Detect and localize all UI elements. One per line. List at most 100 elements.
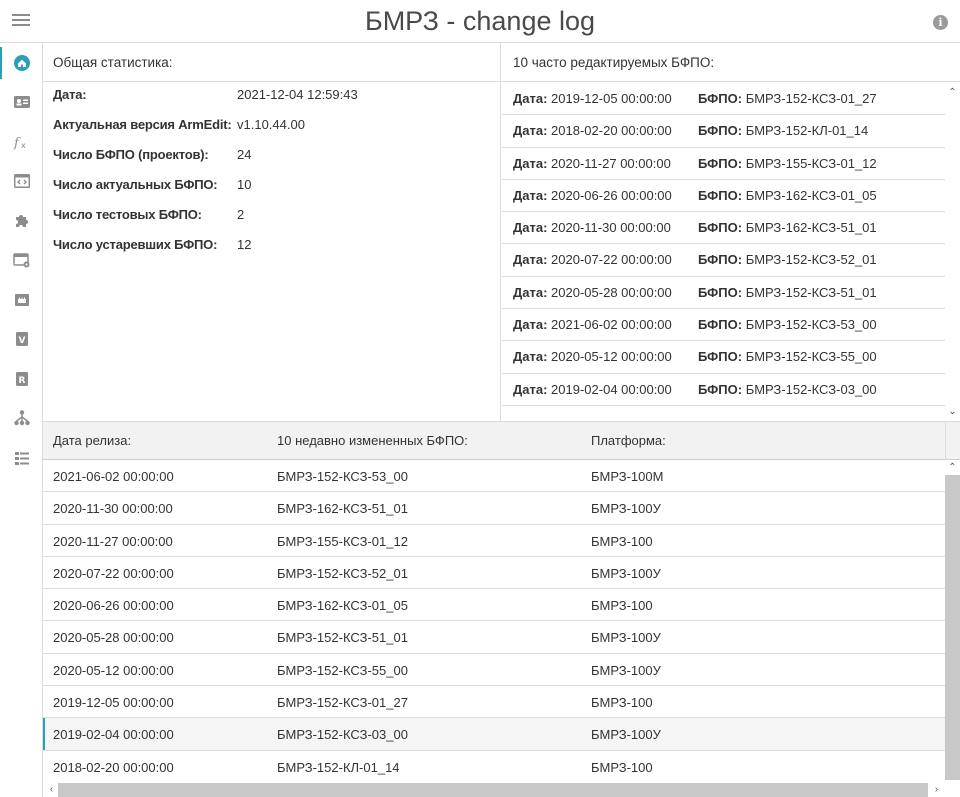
bfpo-cell: БМРЗ-162-КСЗ-51_01 bbox=[277, 501, 408, 517]
stat-row-actual-count: Число актуальных БФПО: 10 bbox=[43, 172, 500, 202]
sidebar-item-hierarchy[interactable] bbox=[0, 399, 43, 439]
stat-label: Актуальная версия ArmEdit: bbox=[53, 117, 232, 132]
vertical-scroll-thumb[interactable] bbox=[945, 475, 960, 780]
date-label: Дата: bbox=[513, 252, 548, 268]
bfpo-cell: БМРЗ-152-КСЗ-53_00 bbox=[277, 469, 408, 484]
frequent-bfpo-row[interactable]: Дата: 2020-05-12 00:00:00 БФПО: БМРЗ-152-… bbox=[502, 341, 945, 374]
frequent-bfpo-row[interactable]: Дата: 2019-12-05 00:00:00 БФПО: БМРЗ-152-… bbox=[502, 83, 945, 116]
frequent-bfpo-row[interactable]: Дата: 2021-06-02 00:00:00 БФПО: БМРЗ-152-… bbox=[502, 309, 945, 342]
table-row[interactable]: 2020-05-28 00:00:00 БМРЗ-152-КСЗ-51_01 БМР… bbox=[43, 621, 945, 654]
stat-value: 2021-12-04 12:59:43 bbox=[237, 87, 358, 102]
table-row[interactable]: 2020-07-22 00:00:00 БМРЗ-152-КСЗ-52_01 БМР… bbox=[43, 557, 945, 590]
date-label: Дата: bbox=[513, 91, 548, 106]
release-date-cell: 2020-05-12 00:00:00 bbox=[53, 662, 174, 678]
general-stats-title: Общая статистика: bbox=[43, 43, 500, 82]
platform-cell: БМРЗ-100У bbox=[591, 662, 661, 678]
frequent-date: Дата: 2020-05-28 00:00:00 bbox=[513, 285, 672, 300]
frequent-bfpo-row[interactable]: Дата: 2019-02-04 00:00:00 БФПО: БМРЗ-152-… bbox=[502, 374, 945, 406]
bfpo-label: БФПО: bbox=[698, 187, 743, 203]
bfpo-value: БМРЗ-152-КСЗ-01_27 bbox=[745, 91, 877, 106]
hierarchy-icon bbox=[13, 410, 30, 426]
scroll-left-arrow-icon[interactable]: ‹ bbox=[47, 785, 56, 795]
table-header: Дата релиза: 10 недавно измененных БФПО:… bbox=[43, 422, 945, 460]
sidebar-item-versions[interactable]: V bbox=[0, 320, 43, 360]
table-row[interactable]: 2020-05-12 00:00:00 БМРЗ-152-КСЗ-55_00 БМР… bbox=[43, 654, 945, 687]
stat-row-obsolete-count: Число устаревших БФПО: 12 bbox=[43, 232, 500, 262]
table-row[interactable]: 2020-06-26 00:00:00 БМРЗ-162-КСЗ-01_05 БМР… bbox=[43, 589, 945, 622]
frequent-date: Дата: 2020-05-12 00:00:00 bbox=[513, 349, 672, 364]
release-date-cell: 2021-06-02 00:00:00 bbox=[53, 469, 174, 484]
stat-value: 24 bbox=[237, 147, 252, 162]
bfpo-value: БМРЗ-155-КСЗ-01_12 bbox=[745, 155, 877, 171]
bfpo-cell: БМРЗ-155-КСЗ-01_12 bbox=[277, 533, 408, 549]
frequent-bfpo-row[interactable]: Дата: 2020-11-30 00:00:00 БФПО: БМРЗ-162-… bbox=[502, 212, 945, 245]
general-stats-panel: Общая статистика: Дата: 2021-12-04 12:59… bbox=[43, 43, 501, 421]
stat-value: v1.10.44.00 bbox=[237, 117, 305, 132]
bfpo-label: БФПО: bbox=[698, 220, 743, 236]
bfpo-value: БМРЗ-162-КСЗ-51_01 bbox=[745, 220, 877, 236]
column-header-bfpo[interactable]: 10 недавно измененных БФПО: bbox=[277, 433, 468, 448]
frequent-bfpo: БФПО: БМРЗ-152-КСЗ-53_00 bbox=[698, 317, 877, 332]
sidebar-item-code[interactable] bbox=[0, 162, 43, 202]
frequent-bfpo-row[interactable]: Дата: 2020-05-28 00:00:00 БФПО: БМРЗ-152-… bbox=[502, 277, 945, 310]
stat-label: Дата: bbox=[53, 87, 87, 102]
bfpo-value: БМРЗ-152-КСЗ-52_01 bbox=[745, 252, 877, 268]
date-value: 2020-11-30 00:00:00 bbox=[551, 220, 671, 236]
table-row[interactable]: 2019-12-05 00:00:00 БМРЗ-152-КСЗ-01_27 БМР… bbox=[43, 686, 945, 719]
date-value: 2020-07-22 00:00:00 bbox=[551, 252, 672, 268]
bfpo-value: БМРЗ-152-КСЗ-51_01 bbox=[745, 284, 877, 300]
release-date-cell: 2020-05-28 00:00:00 bbox=[53, 630, 174, 646]
frequent-date: Дата: 2018-02-20 00:00:00 bbox=[513, 123, 672, 138]
info-icon[interactable]: i bbox=[933, 15, 948, 30]
table-vertical-scrollbar[interactable]: ⌃ bbox=[945, 460, 960, 782]
scroll-down-arrow-icon[interactable]: ⌄ bbox=[948, 407, 957, 417]
column-header-release-date[interactable]: Дата релиза: bbox=[53, 433, 131, 448]
function-icon: fx bbox=[13, 136, 26, 151]
date-label: Дата: bbox=[513, 317, 548, 333]
table-horizontal-scrollbar[interactable]: ‹ › bbox=[43, 782, 945, 797]
sidebar-item-network[interactable] bbox=[0, 280, 43, 320]
scroll-right-arrow-icon[interactable]: › bbox=[932, 785, 941, 795]
sidebar-item-list[interactable] bbox=[0, 438, 43, 478]
date-value: 2020-11-27 00:00:00 bbox=[551, 155, 671, 171]
sidebar-item-functions[interactable]: fx bbox=[0, 122, 43, 162]
sidebar-item-cards[interactable] bbox=[0, 83, 43, 123]
frequent-bfpo-row[interactable]: Дата: 2020-07-22 00:00:00 БФПО: БМРЗ-152-… bbox=[502, 244, 945, 277]
sidebar-item-home[interactable] bbox=[0, 43, 43, 83]
frequent-bfpo: БФПО: БМРЗ-152-КСЗ-51_01 bbox=[698, 285, 877, 300]
sidebar-item-window-settings[interactable] bbox=[0, 241, 43, 281]
bfpo-label: БФПО: bbox=[698, 317, 743, 333]
column-header-platform[interactable]: Платформа: bbox=[591, 433, 666, 448]
frequent-list-scrollbar[interactable]: ⌃ ⌄ bbox=[945, 83, 960, 421]
bfpo-cell: БМРЗ-152-КЛ-01_14 bbox=[277, 759, 400, 775]
frequent-bfpo-row[interactable]: Дата: 2018-02-20 00:00:00 БФПО: БМРЗ-152-… bbox=[502, 115, 945, 148]
table-row[interactable]: 2018-02-20 00:00:00 БМРЗ-152-КЛ-01_14 БМРЗ… bbox=[43, 751, 945, 782]
scroll-up-arrow-icon[interactable]: ⌃ bbox=[948, 463, 957, 473]
frequent-bfpo-row[interactable]: Дата: 2020-06-26 00:00:00 БФПО: БМРЗ-162-… bbox=[502, 180, 945, 213]
sidebar-item-releases[interactable]: R bbox=[0, 359, 43, 399]
date-label: Дата: bbox=[513, 187, 548, 203]
frequent-bfpo: БФПО: БМРЗ-152-КСЗ-03_00 bbox=[698, 382, 877, 397]
stat-row-projects-count: Число БФПО (проектов): 24 bbox=[43, 142, 500, 172]
frequent-bfpo-list[interactable]: Дата: 2019-12-05 00:00:00 БФПО: БМРЗ-152-… bbox=[502, 83, 945, 421]
table-header-corner bbox=[945, 422, 960, 460]
date-label: Дата: bbox=[513, 123, 548, 139]
frequent-bfpo: БФПО: БМРЗ-155-КСЗ-01_12 bbox=[698, 156, 877, 171]
table-row[interactable]: 2021-06-02 00:00:00 БМРЗ-152-КСЗ-53_00 БМР… bbox=[43, 460, 945, 493]
release-date-cell: 2020-06-26 00:00:00 bbox=[53, 598, 174, 614]
release-date-cell: 2020-11-30 00:00:00 bbox=[53, 501, 173, 517]
stat-label: Число устаревших БФПО: bbox=[53, 237, 218, 252]
table-row[interactable]: 2020-11-30 00:00:00 БМРЗ-162-КСЗ-51_01 БМР… bbox=[43, 492, 945, 525]
frequent-bfpo: БФПО: БМРЗ-162-КСЗ-51_01 bbox=[698, 220, 877, 235]
table-row[interactable]: 2020-11-27 00:00:00 БМРЗ-155-КСЗ-01_12 БМР… bbox=[43, 525, 945, 557]
frequent-bfpo: БФПО: БМРЗ-162-КСЗ-01_05 bbox=[698, 188, 877, 203]
date-value: 2019-12-05 00:00:00 bbox=[551, 91, 672, 106]
bfpo-label: БФПО: bbox=[698, 155, 743, 171]
sidebar: fx V R bbox=[0, 43, 43, 797]
scroll-up-arrow-icon[interactable]: ⌃ bbox=[948, 88, 957, 98]
release-date-cell: 2020-11-27 00:00:00 bbox=[53, 533, 173, 549]
frequent-bfpo-row[interactable]: Дата: 2020-11-27 00:00:00 БФПО: БМРЗ-155-… bbox=[502, 148, 945, 180]
sidebar-item-plugins[interactable] bbox=[0, 201, 43, 241]
horizontal-scroll-thumb[interactable] bbox=[58, 783, 928, 797]
table-row[interactable]: 2019-02-04 00:00:00 БМРЗ-152-КСЗ-03_00 БМР… bbox=[43, 718, 945, 751]
